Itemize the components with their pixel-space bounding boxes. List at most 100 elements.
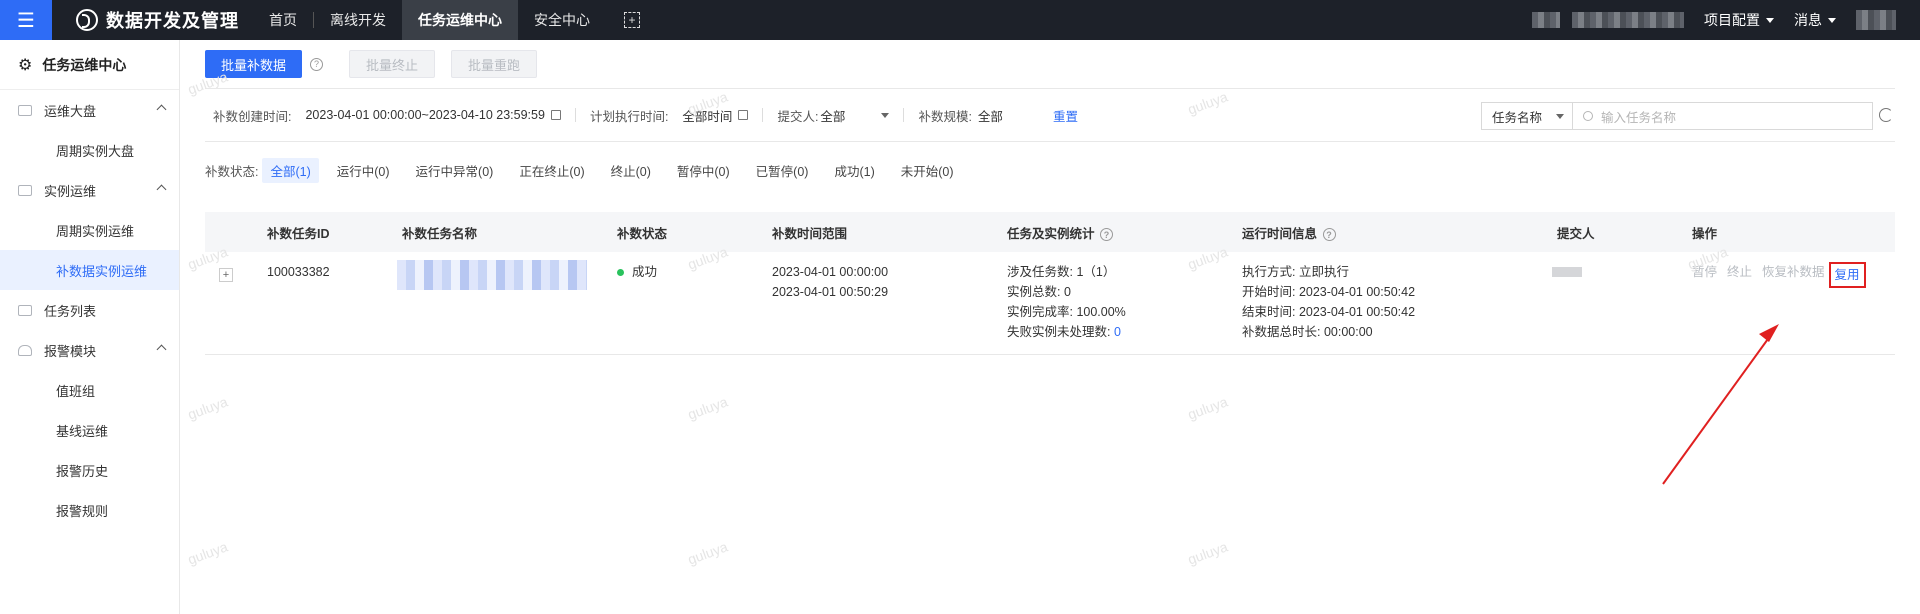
- help-icon[interactable]: ?: [310, 57, 324, 71]
- chevron-up-icon: [156, 344, 167, 355]
- sidebar-group-task-list[interactable]: 任务列表: [0, 290, 179, 330]
- refresh-icon[interactable]: [1879, 108, 1893, 122]
- col-header-runtime-label: 运行时间信息: [1242, 226, 1318, 241]
- reset-link[interactable]: 重置: [1053, 106, 1078, 125]
- status-tab-not-started[interactable]: 未开始(0): [893, 158, 962, 183]
- sidebar-item-backfill-instance-ops[interactable]: 补数据实例运维: [0, 250, 179, 290]
- search-type-select[interactable]: 任务名称: [1481, 102, 1573, 130]
- status-tab-running[interactable]: 运行中(0): [329, 158, 398, 183]
- range-start: 2023-04-01 00:00:00: [772, 265, 889, 279]
- batch-backfill-button[interactable]: 批量补数据: [205, 50, 303, 78]
- nav-security-center[interactable]: 安全中心: [518, 0, 606, 40]
- stat-tasks: 涉及任务数: 1（1）: [1007, 265, 1116, 279]
- status-tab-all[interactable]: 全部(1): [262, 158, 319, 183]
- cell-task-id: 100033382: [267, 265, 330, 279]
- main-content: 批量补数据 ? 批量终止 批量重跑 补数创建时间: 2023-04-01 00:…: [205, 40, 1895, 614]
- run-end: 结束时间: 2023-04-01 00:50:42: [1242, 305, 1416, 319]
- sidebar-group-label: 任务列表: [44, 303, 97, 319]
- cell-task-name-blurred[interactable]: [397, 260, 587, 290]
- nav-ops-center[interactable]: 任务运维中心: [402, 0, 518, 40]
- stat-failed-label: 失败实例未处理数:: [1007, 325, 1111, 339]
- col-header-id: 补数任务ID: [267, 226, 330, 241]
- status-tab-pausing[interactable]: 暂停中(0): [669, 158, 738, 183]
- sidebar-item-cycle-dashboard[interactable]: 周期实例大盘: [0, 130, 179, 170]
- table-row: + 100033382 成功 2023-04-01 00:00:00 2023-…: [205, 252, 1895, 355]
- sidebar-group-dashboard[interactable]: 运维大盘: [0, 90, 179, 130]
- batch-rerun-button[interactable]: 批量重跑: [451, 50, 538, 78]
- expand-row-icon[interactable]: +: [219, 268, 233, 282]
- status-filter: 补数状态: 全部(1) 运行中(0) 运行中异常(0) 正在终止(0) 终止(0…: [205, 158, 972, 183]
- create-time-range-input[interactable]: 2023-04-01 00:00:00~2023-04-10 23:59:59: [305, 108, 544, 122]
- submitter-select[interactable]: 全部: [820, 106, 845, 125]
- bell-icon: [18, 344, 32, 356]
- stat-failed-link[interactable]: 0: [1114, 325, 1121, 339]
- plan-time-input[interactable]: 全部时间: [682, 106, 732, 125]
- status-tab-stopping[interactable]: 正在终止(0): [511, 158, 592, 183]
- batch-stop-button[interactable]: 批量终止: [349, 50, 436, 78]
- create-time-label: 补数创建时间:: [213, 109, 292, 124]
- status-text: 成功: [632, 265, 658, 279]
- gear-icon: ⚙: [18, 56, 33, 74]
- chevron-up-icon: [156, 104, 167, 115]
- cell-time-range: 2023-04-01 00:00:00 2023-04-01 00:50:29: [772, 262, 888, 302]
- message-menu[interactable]: 消息: [1794, 10, 1836, 30]
- chevron-down-icon: [1556, 113, 1565, 119]
- scale-label: 补数规模:: [918, 109, 972, 124]
- calendar-icon[interactable]: [738, 110, 749, 120]
- account-blurred[interactable]: [1856, 10, 1896, 30]
- project-name-blurred[interactable]: [1572, 12, 1684, 28]
- col-header-submitter: 提交人: [1557, 226, 1595, 241]
- help-icon[interactable]: ?: [1322, 228, 1336, 241]
- screen-icon: [18, 184, 32, 196]
- search-placeholder: 输入任务名称: [1601, 110, 1677, 125]
- search-type-label: 任务名称: [1492, 110, 1543, 125]
- sidebar-item-alarm-history[interactable]: 报警历史: [0, 450, 179, 490]
- filter-separator: [762, 108, 764, 122]
- hamburger-menu-icon[interactable]: ☰: [0, 0, 52, 40]
- stat-instances: 实例总数: 0: [1007, 285, 1071, 299]
- project-config-menu[interactable]: 项目配置: [1704, 10, 1774, 30]
- user-avatar-blurred: [1532, 12, 1560, 28]
- scale-select[interactable]: 全部: [978, 106, 1003, 125]
- sidebar-item-alarm-rules[interactable]: 报警规则: [0, 490, 179, 530]
- calendar-icon[interactable]: [550, 110, 561, 120]
- filter-separator: [903, 108, 905, 122]
- col-header-runtime: 运行时间信息 ?: [1242, 223, 1336, 242]
- nav-offline-dev[interactable]: 离线开发: [314, 0, 402, 40]
- cell-stats: 涉及任务数: 1（1） 实例总数: 0 实例完成率: 100.00% 失败实例未…: [1007, 262, 1126, 342]
- sidebar-group-label: 报警模块: [44, 343, 97, 359]
- chevron-down-icon: [1766, 17, 1774, 23]
- status-tab-stopped[interactable]: 终止(0): [603, 158, 659, 183]
- sidebar-group-instance-ops[interactable]: 实例运维: [0, 170, 179, 210]
- success-dot-icon: [617, 269, 624, 277]
- status-tab-success[interactable]: 成功(1): [826, 158, 882, 183]
- status-tab-running-error[interactable]: 运行中异常(0): [408, 158, 502, 183]
- chevron-up-icon: [156, 184, 167, 195]
- sidebar: ⚙ 任务运维中心 运维大盘 周期实例大盘 实例运维 周期实例运维 补数据实例运维…: [0, 40, 180, 614]
- filter-bar: 补数创建时间: 2023-04-01 00:00:00~2023-04-10 2…: [213, 105, 1078, 125]
- plan-time-label: 计划执行时间:: [589, 109, 669, 124]
- sidebar-item-baseline-ops[interactable]: 基线运维: [0, 410, 179, 450]
- cell-runtime: 执行方式: 立即执行 开始时间: 2023-04-01 00:50:42 结束时…: [1242, 262, 1415, 342]
- reuse-action[interactable]: 复用: [1828, 262, 1866, 288]
- search-input[interactable]: 输入任务名称: [1573, 102, 1873, 130]
- sidebar-item-duty-group[interactable]: 值班组: [0, 370, 179, 410]
- nav-home[interactable]: 首页: [253, 0, 313, 40]
- sidebar-group-label: 实例运维: [44, 183, 97, 199]
- help-icon[interactable]: ?: [1100, 228, 1113, 241]
- list-icon: [18, 304, 32, 316]
- stat-failed: 失败实例未处理数: 0: [1007, 322, 1126, 342]
- sidebar-item-cycle-instance-ops[interactable]: 周期实例运维: [0, 210, 179, 250]
- col-header-time-range: 补数时间范围: [772, 226, 848, 241]
- annotation-arrow: [1662, 324, 1779, 485]
- col-header-stats-label: 任务及实例统计: [1007, 226, 1095, 241]
- chevron-down-icon[interactable]: [881, 112, 890, 118]
- status-tab-paused[interactable]: 已暂停(0): [748, 158, 817, 183]
- filter-separator: [574, 108, 576, 122]
- search-icon: [1583, 111, 1593, 121]
- app-logo[interactable]: 数据开发及管理: [76, 7, 239, 33]
- col-header-name: 补数任务名称: [402, 226, 478, 241]
- sidebar-group-alarm[interactable]: 报警模块: [0, 330, 179, 370]
- col-header-stats: 任务及实例统计 ?: [1007, 223, 1113, 242]
- add-tab-icon[interactable]: +: [624, 12, 640, 28]
